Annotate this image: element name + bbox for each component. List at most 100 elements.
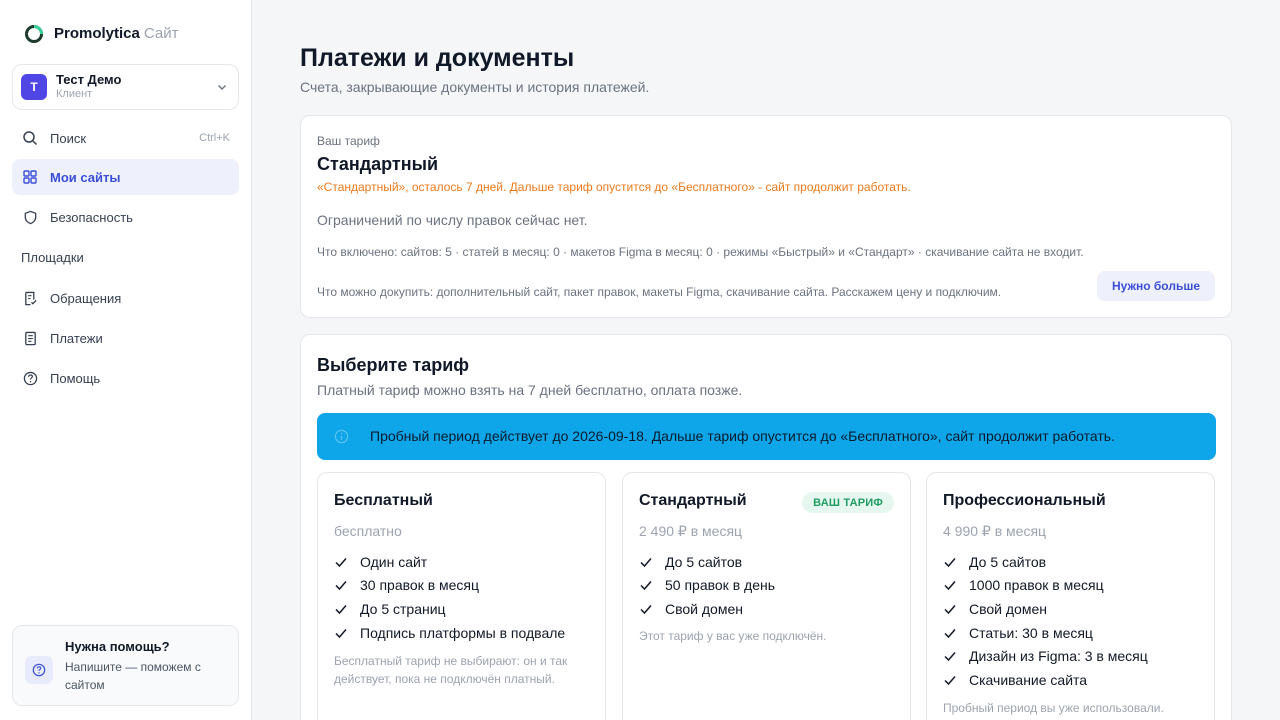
plan-price: бесплатно: [334, 523, 402, 539]
feature-text: До 5 сайтов: [665, 553, 743, 570]
feature-item: Свой домен: [943, 597, 1148, 621]
brand-suffix: Сайт: [143, 25, 179, 42]
feature-text: До 5 сайтов: [969, 553, 1047, 570]
feature-item: Статьи: 30 в месяц: [943, 621, 1148, 645]
sidebar-item-label: Мои сайты: [50, 169, 121, 185]
check-icon: [335, 628, 347, 638]
tariff-included: Что включено: сайтов: 5 · статей в месяц…: [317, 245, 1084, 259]
sidebar-item-help[interactable]: Помощь: [12, 360, 239, 396]
feature-item: Подпись платформы в подвале: [334, 621, 565, 645]
feature-item: 30 правок в месяц: [334, 574, 565, 598]
feature-text: Свой домен: [969, 600, 1047, 617]
sidebar-item-my-sites[interactable]: Мои сайты: [12, 159, 239, 195]
feature-item: До 5 сайтов: [943, 550, 1148, 574]
avatar: Т: [21, 74, 47, 100]
search-icon: [22, 130, 38, 146]
sidebar-item-payments[interactable]: Платежи: [12, 320, 239, 356]
feature-item: 50 правок в день: [639, 574, 775, 598]
plan-name: Бесплатный: [334, 492, 433, 509]
info-icon: [334, 429, 349, 444]
feature-text: До 5 страниц: [360, 600, 446, 617]
check-icon: [335, 557, 347, 567]
plan-features: До 5 сайтов 50 правок в день Свой домен: [639, 550, 775, 621]
feature-text: Свой домен: [665, 600, 743, 617]
sidebar-section-platforms: Площадки: [21, 250, 84, 265]
page-subtitle: Счета, закрывающие документы и история п…: [300, 79, 650, 95]
page-title: Платежи и документы: [300, 44, 575, 72]
trial-banner-text: Пробный период действует до 2026-09-18. …: [370, 428, 1115, 444]
grid-icon: [22, 169, 38, 185]
ticket-icon: [22, 290, 38, 306]
feature-item: 1000 правок в месяц: [943, 574, 1148, 598]
sidebar-item-tickets[interactable]: Обращения: [12, 280, 239, 316]
feature-text: Статьи: 30 в месяц: [969, 624, 1093, 641]
check-icon: [944, 557, 956, 567]
brand-logo-icon: [25, 25, 43, 43]
check-icon: [944, 604, 956, 615]
feature-item: Скачивание сайта: [943, 668, 1148, 692]
plans-title: Выберите тариф: [317, 355, 470, 375]
plan-name: Профессиональный: [943, 492, 1106, 509]
feature-text: 1000 правок в месяц: [969, 577, 1104, 594]
check-icon: [335, 581, 347, 591]
help-circle-icon: [22, 370, 38, 386]
check-icon: [640, 604, 652, 615]
feature-text: Подпись платформы в подвале: [360, 624, 566, 641]
feature-text: Скачивание сайта: [969, 671, 1088, 688]
feature-item: До 5 страниц: [334, 597, 565, 621]
check-icon: [640, 581, 652, 591]
current-plan-badge: ВАШ ТАРИФ: [802, 492, 894, 513]
plan-card-free[interactable]: Бесплатный бесплатно Один сайт 30 правок…: [317, 472, 606, 720]
account-switcher[interactable]: Т Тест Демо Клиент: [12, 64, 239, 110]
help-text: Напишите — поможем с сайтом: [65, 660, 201, 692]
plan-card-professional[interactable]: Профессиональный 4 990 ₽ в месяц До 5 са…: [926, 472, 1215, 720]
tariff-addons: Что можно докупить: дополнительный сайт,…: [317, 285, 1002, 299]
account-role: Клиент: [56, 88, 93, 101]
feature-text: 30 правок в месяц: [360, 577, 480, 594]
tariff-limits: Ограничений по числу правок сейчас нет.: [317, 212, 588, 228]
plan-note: Пробный период вы уже использовали.: [943, 701, 1164, 715]
feature-text: Один сайт: [360, 553, 428, 570]
need-more-button[interactable]: Нужно больше: [1096, 271, 1215, 301]
plan-features: Один сайт 30 правок в месяц До 5 страниц…: [334, 550, 565, 644]
search-shortcut: Ctrl+K: [199, 132, 230, 144]
feature-item: До 5 сайтов: [639, 550, 775, 574]
check-icon: [944, 675, 956, 685]
sidebar: Promolytica Сайт Т Тест Демо Клиент Поиск…: [0, 0, 252, 720]
check-icon: [944, 581, 956, 591]
feature-item: Дизайн из Figma: 3 в месяц: [943, 644, 1148, 668]
shield-icon: [22, 209, 38, 225]
plan-price: 4 990 ₽ в месяц: [943, 523, 1047, 539]
plans-card: Выберите тариф Платный тариф можно взять…: [300, 334, 1232, 720]
plans-subtitle: Платный тариф можно взять на 7 дней бесп…: [317, 382, 743, 398]
current-tariff-card: Ваш тариф Стандартный «Стандартный», ост…: [300, 115, 1232, 318]
tariff-warning: «Стандартный», осталось 7 дней. Дальше т…: [317, 180, 911, 194]
account-name: Тест Демо: [56, 72, 122, 88]
plan-features: До 5 сайтов 1000 правок в месяц Свой дом…: [943, 550, 1148, 692]
sidebar-item-label: Обращения: [50, 290, 122, 306]
brand-name: Promolytica: [54, 25, 140, 42]
sidebar-item-label: Помощь: [50, 370, 101, 386]
feature-item: Свой домен: [639, 597, 775, 621]
feature-text: Дизайн из Figma: 3 в месяц: [969, 648, 1148, 665]
help-circle-icon: [25, 656, 53, 684]
tariff-label: Ваш тариф: [317, 134, 380, 148]
tariff-name: Стандартный: [317, 154, 439, 174]
plan-name: Стандартный: [639, 492, 747, 509]
check-icon: [944, 652, 956, 662]
sidebar-search[interactable]: Поиск Ctrl+K: [12, 120, 239, 156]
chevron-down-icon: [218, 85, 226, 90]
plan-note: Этот тариф у вас уже подключён.: [639, 629, 827, 643]
plan-card-standard[interactable]: Стандартный ВАШ ТАРИФ 2 490 ₽ в месяц До…: [622, 472, 911, 720]
help-box[interactable]: Нужна помощь? Напишите — поможем с сайто…: [12, 625, 239, 706]
plan-note: Бесплатный тариф не выбирают: он и так д…: [334, 654, 568, 686]
trial-banner: Пробный период действует до 2026-09-18. …: [317, 413, 1216, 460]
brand[interactable]: Promolytica Сайт: [24, 22, 178, 46]
check-icon: [640, 557, 652, 567]
sidebar-item-label: Безопасность: [50, 209, 133, 225]
feature-item: Один сайт: [334, 550, 565, 574]
feature-text: 50 правок в день: [665, 577, 776, 594]
plan-price: 2 490 ₽ в месяц: [639, 523, 743, 539]
sidebar-item-security[interactable]: Безопасность: [12, 199, 239, 235]
help-title: Нужна помощь?: [65, 639, 170, 654]
